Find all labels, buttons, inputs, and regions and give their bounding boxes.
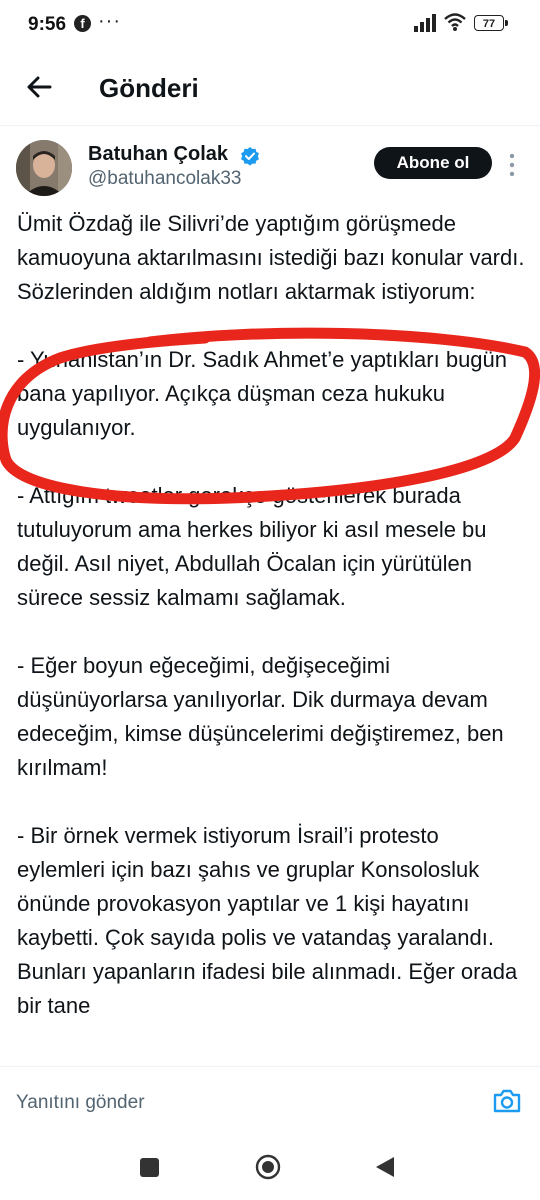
author-handle[interactable]: @batuhancolak33 — [88, 168, 241, 190]
facebook-icon: f — [74, 15, 91, 32]
avatar-image — [16, 140, 72, 196]
wifi-icon — [444, 13, 466, 31]
tweet-paragraph-4: - Eğer boyun eğeceğimi, değişeceğimi düş… — [17, 653, 504, 780]
tweet-text: Ümit Özdağ ile Silivri’de yaptığım görüş… — [17, 207, 527, 1023]
subscribe-button[interactable]: Abone ol — [374, 147, 492, 179]
tweet-paragraph-5: - Bir örnek vermek istiyorum İsrail’i pr… — [17, 823, 518, 1018]
back-triangle-icon[interactable] — [374, 1155, 396, 1179]
status-bar: 9:56 f ··· 77 — [0, 0, 540, 50]
author-name[interactable]: Batuhan Çolak — [88, 143, 228, 166]
system-nav-bar — [0, 1138, 540, 1200]
battery-icon: 77 — [474, 15, 508, 31]
camera-icon[interactable] — [491, 1085, 523, 1117]
more-options-icon[interactable] — [506, 152, 518, 178]
page-title: Gönderi — [99, 73, 199, 103]
tweet-paragraph-2: - Yunanistan’ın Dr. Sadık Ahmet’e yaptık… — [17, 347, 508, 440]
home-icon[interactable] — [255, 1154, 281, 1180]
verified-badge-icon — [241, 147, 259, 166]
reply-input[interactable] — [16, 1088, 456, 1118]
reply-bar — [0, 1066, 540, 1139]
more-notifications-icon: ··· — [98, 10, 121, 32]
signal-icon — [414, 14, 436, 32]
avatar[interactable] — [16, 140, 72, 196]
top-header: Gönderi — [0, 50, 540, 126]
recents-icon[interactable] — [140, 1158, 159, 1177]
status-time: 9:56 — [28, 14, 67, 35]
tweet-paragraph-3: - Attığım tweetler gerekçe gösterilerek … — [17, 483, 487, 610]
tweet-paragraph-intro: Ümit Özdağ ile Silivri’de yaptığım görüş… — [17, 211, 525, 304]
arrow-left-icon[interactable] — [20, 68, 58, 106]
